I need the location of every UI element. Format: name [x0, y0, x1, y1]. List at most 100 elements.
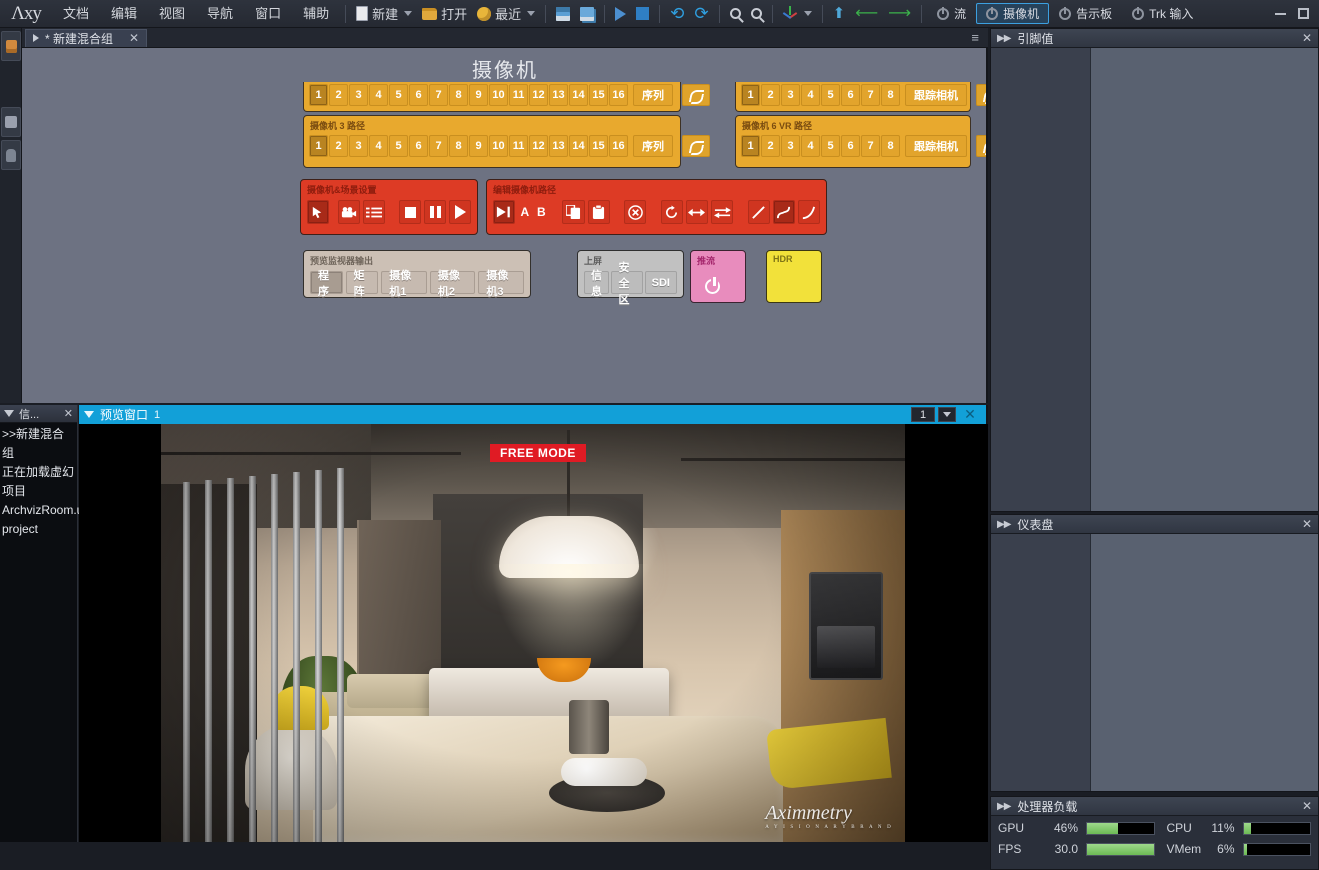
panel-edit-camera-path[interactable]: 编辑摄像机路径 A B — [486, 179, 827, 235]
panel-hdr[interactable]: HDR — [766, 250, 822, 303]
rail-button-modules[interactable] — [1, 140, 21, 170]
pin-values-body[interactable] — [991, 48, 1318, 511]
key-5[interactable]: 5 — [821, 135, 840, 157]
curve-icon[interactable] — [682, 84, 710, 106]
point-b-label[interactable]: B — [535, 200, 548, 224]
mouse-pointer-icon[interactable] — [307, 200, 329, 224]
key-7[interactable]: 7 — [429, 84, 448, 106]
node-canvas[interactable]: 摄像机 1 2 3 4 5 6 7 8 9 10 11 12 13 14 15 … — [22, 48, 988, 403]
key-2[interactable]: 2 — [329, 135, 348, 157]
chevron-down-icon[interactable] — [803, 11, 812, 16]
key-8[interactable]: 8 — [881, 84, 900, 106]
key-5[interactable]: 5 — [389, 135, 408, 157]
panel-cam6-vr-path[interactable]: 摄像机 6 VR 路径 1 2 3 4 5 6 7 8 跟踪相机 — [735, 115, 986, 168]
key-4[interactable]: 4 — [801, 84, 820, 106]
expand-icon[interactable]: ▶▶ — [997, 801, 1011, 812]
output-camera1-button[interactable]: 摄像机1 — [381, 270, 427, 298]
smooth-icon[interactable] — [772, 200, 795, 224]
key-16[interactable]: 16 — [609, 135, 628, 157]
key-6[interactable]: 6 — [841, 84, 860, 106]
processor-load-header[interactable]: ▶▶ 处理器负载 ✕ — [991, 797, 1318, 816]
dashboard-header[interactable]: ▶▶ 仪表盘 ✕ — [991, 515, 1318, 534]
play-icon[interactable] — [449, 200, 472, 224]
key-2[interactable]: 2 — [329, 84, 348, 106]
key-3[interactable]: 3 — [349, 135, 368, 157]
undo-button[interactable]: ⟲ — [665, 0, 689, 28]
key-14[interactable]: 14 — [569, 135, 588, 157]
output-program-button[interactable]: 程序 — [310, 270, 343, 298]
key-1[interactable]: 1 — [741, 135, 760, 157]
stop-button[interactable] — [631, 0, 654, 28]
open-button[interactable]: 打开 — [417, 0, 472, 28]
chevron-down-icon[interactable] — [527, 11, 536, 16]
key-1[interactable]: 1 — [309, 135, 328, 157]
key-4[interactable]: 4 — [369, 84, 388, 106]
play-arrow-icon[interactable] — [33, 34, 39, 42]
menu-documents[interactable]: 文档 — [52, 0, 100, 28]
tab-strip-menu[interactable]: ≡ — [971, 30, 988, 45]
pin-icon[interactable] — [84, 411, 94, 418]
key-4[interactable]: 4 — [801, 135, 820, 157]
axis-button[interactable] — [778, 0, 817, 28]
stop-icon[interactable] — [399, 200, 422, 224]
copy-icon[interactable] — [562, 200, 585, 224]
mode-stream[interactable]: 流 — [927, 3, 976, 24]
key-7[interactable]: 7 — [861, 84, 880, 106]
expand-icon[interactable]: ▶▶ — [997, 519, 1011, 530]
key-1[interactable]: 1 — [741, 84, 760, 106]
key-15[interactable]: 15 — [589, 135, 608, 157]
key-3[interactable]: 3 — [781, 135, 800, 157]
paste-icon[interactable] — [587, 200, 610, 224]
new-button[interactable]: 新建 — [351, 0, 417, 28]
panel-cam-path-top[interactable]: 1 2 3 4 5 6 7 8 9 10 11 12 13 14 15 16 序… — [303, 82, 710, 112]
panel-cam3-path[interactable]: 摄像机 3 路径 1 2 3 4 5 6 7 8 9 10 11 12 13 1… — [303, 115, 710, 168]
loop-icon[interactable] — [660, 200, 683, 224]
key-10[interactable]: 10 — [489, 135, 508, 157]
output-matrix-button[interactable]: 矩阵 — [345, 270, 379, 298]
mode-camera[interactable]: 摄像机 — [976, 3, 1050, 24]
output-camera3-button[interactable]: 摄像机3 — [478, 270, 524, 298]
mirror-icon[interactable] — [685, 200, 708, 224]
preview-viewport[interactable]: FREE MODE Aximmetry A Y I S I O N A R Y … — [79, 424, 988, 842]
sequence-button[interactable]: 序列 — [633, 84, 673, 106]
menu-edit[interactable]: 编辑 — [100, 0, 148, 28]
mode-trk-input[interactable]: Trk 输入 — [1122, 3, 1203, 24]
panel-preview-output[interactable]: 预览监视器输出 程序 矩阵 摄像机1 摄像机2 摄像机3 — [303, 250, 531, 298]
menu-window[interactable]: 窗口 — [244, 0, 292, 28]
panel-camera-scene-setup[interactable]: 摄像机&场景设置 — [300, 179, 478, 235]
delete-icon[interactable] — [624, 200, 647, 224]
key-15[interactable]: 15 — [589, 84, 608, 106]
track-camera-button[interactable]: 跟踪相机 — [905, 84, 967, 106]
onair-sdi-button[interactable]: SDI — [644, 271, 677, 294]
key-2[interactable]: 2 — [761, 135, 780, 157]
key-11[interactable]: 11 — [509, 135, 528, 157]
close-icon[interactable]: ✕ — [1302, 517, 1312, 531]
key-6[interactable]: 6 — [409, 135, 428, 157]
redo-button[interactable]: ⟳ — [689, 0, 713, 28]
key-11[interactable]: 11 — [509, 84, 528, 106]
close-icon[interactable]: ✕ — [1302, 799, 1312, 813]
ease-icon[interactable] — [797, 200, 820, 224]
key-8[interactable]: 8 — [881, 135, 900, 157]
mode-billboard[interactable]: 告示板 — [1049, 3, 1122, 24]
forward-button[interactable]: ⟶ — [883, 0, 916, 28]
play-button[interactable] — [610, 0, 631, 28]
key-5[interactable]: 5 — [821, 84, 840, 106]
preview-selector-value[interactable]: 1 — [911, 407, 935, 422]
camera-icon[interactable] — [337, 200, 360, 224]
curve-icon[interactable] — [976, 135, 986, 157]
menu-navigation[interactable]: 导航 — [196, 0, 244, 28]
recent-button[interactable]: 最近 — [472, 0, 540, 28]
pause-icon[interactable] — [424, 200, 447, 224]
key-5[interactable]: 5 — [389, 84, 408, 106]
save-button[interactable] — [551, 0, 575, 28]
stream-power-button[interactable] — [699, 273, 725, 299]
chevron-down-icon[interactable] — [938, 407, 956, 422]
key-3[interactable]: 3 — [349, 84, 368, 106]
panel-on-air[interactable]: 上屏 信息 安全区 SDI — [577, 250, 684, 306]
key-9[interactable]: 9 — [469, 135, 488, 157]
chevron-down-icon[interactable] — [404, 11, 413, 16]
key-13[interactable]: 13 — [549, 84, 568, 106]
key-3[interactable]: 3 — [781, 84, 800, 106]
key-4[interactable]: 4 — [369, 135, 388, 157]
